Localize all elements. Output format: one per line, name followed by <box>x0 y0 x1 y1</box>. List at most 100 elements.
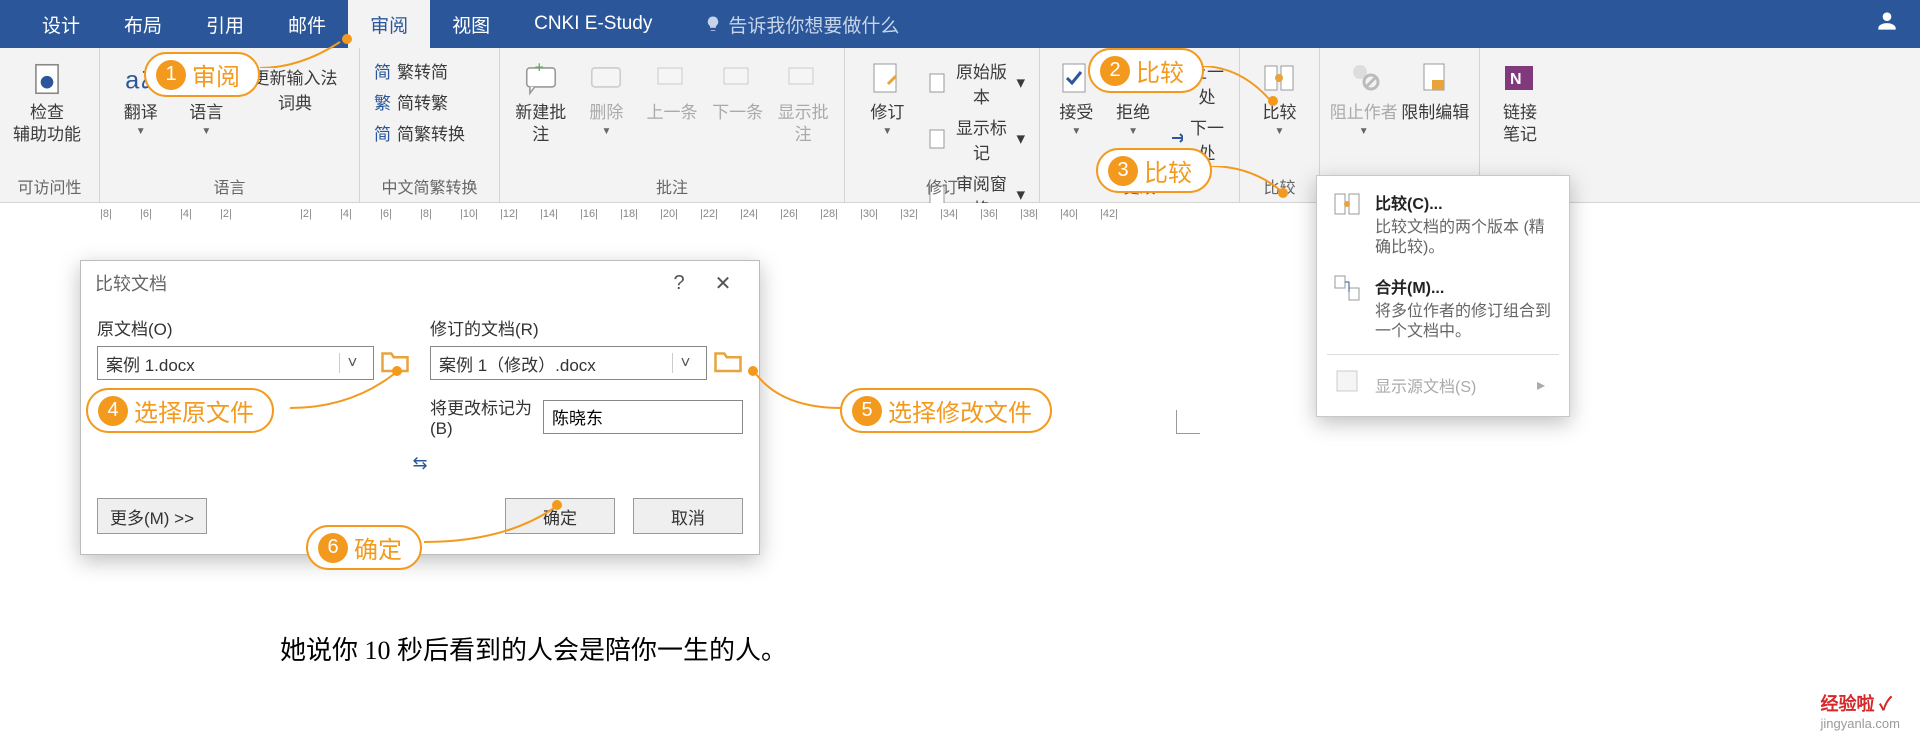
group-chs: 中文简繁转换 <box>360 174 499 198</box>
svg-text:|30|: |30| <box>860 208 878 220</box>
next-comment-button[interactable]: 下一条 <box>705 54 771 124</box>
svg-text:|16|: |16| <box>580 208 598 220</box>
more-button[interactable]: 更多(M) >> <box>97 498 207 534</box>
simp-to-trad[interactable]: 简繁转简 <box>374 58 448 83</box>
next-change-icon <box>1168 128 1184 150</box>
svg-text:|36|: |36| <box>980 208 998 220</box>
group-comments: 批注 <box>500 174 844 198</box>
svg-text:|6|: |6| <box>380 208 392 220</box>
svg-text:|4|: |4| <box>340 208 352 220</box>
chs-convert[interactable]: 简简繁转换 <box>374 120 465 145</box>
close-button[interactable]: ✕ <box>701 271 745 296</box>
mark-changes-label: 将更改标记为(B) <box>430 394 533 439</box>
lightbulb-icon <box>704 15 722 33</box>
watermark: 经验啦 ✓ jingyanla.com <box>1821 690 1901 731</box>
new-comment-button[interactable]: +新建批注 <box>508 54 574 146</box>
revised-doc-combo[interactable]: 案例 1（修改）.docx˅ <box>430 346 707 380</box>
group-accessibility: 可访问性 <box>0 174 99 198</box>
svg-text:|20|: |20| <box>660 208 678 220</box>
chevron-down-icon[interactable]: ˅ <box>672 353 698 373</box>
revised-doc-label: 修订的文档(R) <box>430 315 743 340</box>
tab-cnki[interactable]: CNKI E-Study <box>512 0 674 48</box>
tab-layout[interactable]: 布局 <box>102 0 184 48</box>
callout-4: 4选择原文件 <box>86 388 274 433</box>
ime-update[interactable]: 更新输入法词典 <box>245 64 345 114</box>
svg-text:|34|: |34| <box>940 208 958 220</box>
svg-text:|4|: |4| <box>180 208 192 220</box>
show-source-menu-item[interactable]: 显示源文档(S)▸ <box>1317 359 1569 410</box>
svg-text:N: N <box>1510 71 1522 88</box>
svg-text:|2|: |2| <box>300 208 312 220</box>
callout-5: 5选择修改文件 <box>840 388 1052 433</box>
swap-button[interactable]: ⇆ <box>97 453 743 474</box>
compare-icon <box>1333 190 1363 220</box>
svg-text:|12|: |12| <box>500 208 518 220</box>
callout-3: 3比较 <box>1096 148 1212 193</box>
callout-1: 1审阅 <box>144 52 260 97</box>
show-comments-button[interactable]: 显示批注 <box>770 54 836 146</box>
markup-icon <box>928 128 947 150</box>
svg-text:|28|: |28| <box>820 208 838 220</box>
svg-text:|42|: |42| <box>1100 208 1118 220</box>
block-authors-button[interactable]: 阻止作者▼ <box>1328 54 1400 137</box>
restrict-editing-button[interactable]: 限制编辑 <box>1400 54 1472 124</box>
svg-text:|14|: |14| <box>540 208 558 220</box>
tab-design[interactable]: 设计 <box>20 0 102 48</box>
tell-me[interactable]: 告诉我你想要做什么 <box>704 11 899 38</box>
onenote-icon: N <box>1501 60 1539 98</box>
check-accessibility-button[interactable]: 检查辅助功能 <box>8 54 86 146</box>
document-text: 她说你 10 秒后看到的人会是陪你一生的人。 <box>280 630 787 667</box>
svg-text:|10|: |10| <box>460 208 478 220</box>
comment-icon: + <box>522 60 560 98</box>
compare-dropdown-menu: 比较(C)...比较文档的两个版本 (精确比较)。 合并(M)...将多位作者的… <box>1316 175 1570 417</box>
doc-icon <box>928 72 947 94</box>
callout-6: 6确定 <box>306 525 422 570</box>
group-tracking: 修订 <box>845 174 1039 198</box>
folder-icon <box>713 348 743 374</box>
source-icon <box>1333 367 1363 397</box>
show-markup[interactable]: 显示标记 ▾ <box>928 114 1025 164</box>
svg-text:|8|: |8| <box>100 208 112 220</box>
cancel-button[interactable]: 取消 <box>633 498 743 534</box>
callout-2: 2比较 <box>1088 48 1204 93</box>
dialog-title: 比较文档 <box>95 270 167 296</box>
group-language: 语言 <box>100 174 359 198</box>
onenote-button[interactable]: N链接笔记 <box>1488 54 1552 146</box>
merge-menu-item[interactable]: 合并(M)...将多位作者的修订组合到一个文档中。 <box>1317 266 1569 350</box>
tell-me-text: 告诉我你想要做什么 <box>728 11 899 38</box>
svg-text:|38|: |38| <box>1020 208 1038 220</box>
prev-comment-button[interactable]: 上一条 <box>639 54 705 124</box>
ruler: |8| |6| |4| |2| |2| |4| |6| |8| |10| |12| |14| |1… <box>100 203 1250 225</box>
svg-text:|6|: |6| <box>140 208 152 220</box>
document-icon <box>28 60 66 98</box>
svg-text:|26|: |26| <box>780 208 798 220</box>
mark-changes-input[interactable] <box>543 400 743 434</box>
show-comments-icon <box>784 60 822 98</box>
svg-text:|18|: |18| <box>620 208 638 220</box>
delete-comment-icon <box>587 60 625 98</box>
svg-text:|32|: |32| <box>900 208 918 220</box>
svg-text:+: + <box>534 60 543 77</box>
block-author-icon <box>1345 60 1383 98</box>
original-doc-label: 原文档(O) <box>97 315 410 340</box>
tab-references[interactable]: 引用 <box>184 0 266 48</box>
delete-comment-button[interactable]: 删除▼ <box>574 54 640 137</box>
track-changes-button[interactable]: 修订▼ <box>853 54 922 137</box>
restrict-icon <box>1416 60 1454 98</box>
display-for-review[interactable]: 原始版本 ▾ <box>928 58 1025 108</box>
merge-icon <box>1333 274 1363 304</box>
tab-review[interactable]: 审阅 <box>348 0 430 48</box>
svg-text:|40|: |40| <box>1060 208 1078 220</box>
help-button[interactable]: ? <box>657 272 701 295</box>
track-icon <box>868 60 906 98</box>
trad-to-simp[interactable]: 繁简转繁 <box>374 89 448 114</box>
svg-text:|22|: |22| <box>700 208 718 220</box>
prev-icon <box>653 60 691 98</box>
share-icon[interactable] <box>1874 8 1900 40</box>
browse-revised-button[interactable] <box>713 348 743 379</box>
svg-text:|24|: |24| <box>740 208 758 220</box>
tab-view[interactable]: 视图 <box>430 0 512 48</box>
svg-text:|8|: |8| <box>420 208 432 220</box>
compare-menu-item[interactable]: 比较(C)...比较文档的两个版本 (精确比较)。 <box>1317 182 1569 266</box>
svg-text:|2|: |2| <box>220 208 232 220</box>
